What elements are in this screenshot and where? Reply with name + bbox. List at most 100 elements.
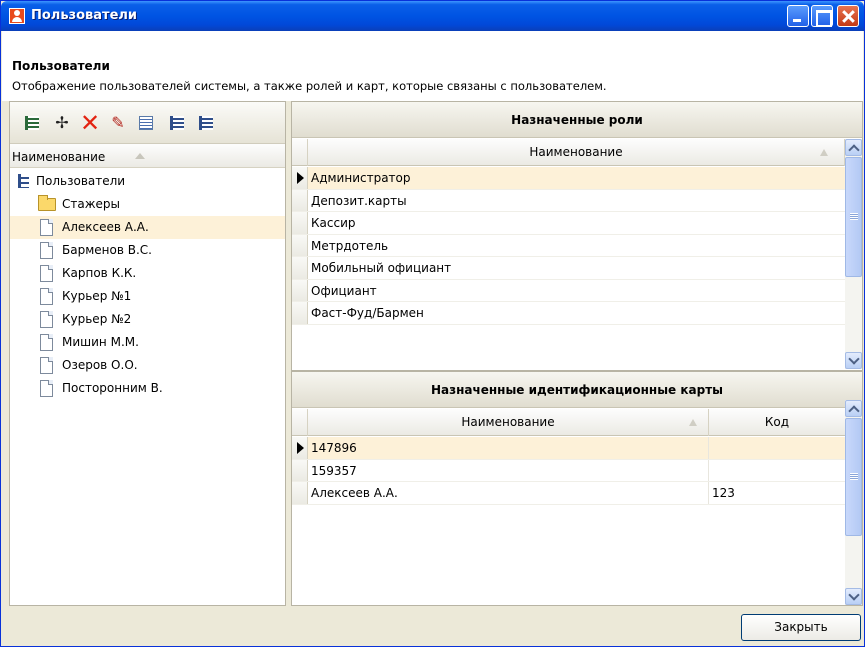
tree-user-label: Алексеев А.А. [62, 220, 149, 234]
maximize-button[interactable] [811, 5, 833, 27]
tree-user-label: Мишин М.М. [62, 335, 139, 349]
title-bar[interactable]: Пользователи [1, 1, 864, 31]
card-code-cell: 123 [712, 486, 735, 500]
tree-root[interactable]: Пользователи [10, 170, 285, 193]
user-document-icon [40, 380, 53, 397]
tree-user-label: Курьер №1 [62, 289, 132, 303]
assigned-roles-panel: Назначенные роли Наименование Администра… [291, 101, 863, 371]
roles-scrollbar[interactable] [845, 139, 862, 369]
tree-user-item[interactable]: Алексеев А.А. [10, 216, 285, 239]
page-description: Отображение пользователей системы, а так… [12, 79, 607, 93]
row-indicator-header [292, 409, 308, 436]
scroll-down-icon[interactable] [845, 588, 862, 605]
roles-grid: Администратор Депозит.карты Кассир Метрд… [292, 167, 845, 325]
scroll-thumb[interactable] [845, 418, 862, 536]
card-row[interactable]: 159357 [292, 459, 845, 482]
row-indicator [292, 302, 308, 324]
cards-scrollbar[interactable] [845, 400, 862, 605]
role-row[interactable]: Депозит.карты [292, 189, 845, 212]
cards-grid: 147896 159357 Алексеев А.А. 123 [292, 437, 845, 505]
user-document-icon [40, 311, 53, 328]
add-icon[interactable]: ✢ [52, 113, 72, 133]
users-toolbar: ✢ ✕ ✎ [10, 102, 285, 144]
users-window: Пользователи Пользователи Отображение по… [0, 0, 865, 647]
role-row[interactable]: Метрдотель [292, 234, 845, 257]
tree-root-icon [18, 174, 29, 188]
user-document-icon [40, 357, 53, 374]
sort-ascending-icon [135, 153, 145, 159]
current-row-icon [292, 437, 308, 459]
user-document-icon [40, 219, 53, 236]
row-indicator [292, 189, 308, 211]
current-row-icon [292, 167, 308, 189]
tree-user-label: Карпов К.К. [62, 266, 137, 280]
tree-folder-label: Стажеры [62, 197, 121, 211]
add-group-icon[interactable] [22, 113, 42, 133]
role-row[interactable]: Официант [292, 279, 845, 302]
scroll-up-icon[interactable] [845, 139, 862, 156]
roles-grid-header: Наименование [292, 139, 845, 166]
tree-user-item[interactable]: Озеров О.О. [10, 354, 285, 377]
sort-icon [689, 419, 697, 426]
scroll-down-icon[interactable] [845, 352, 862, 369]
users-column-header[interactable]: Наименование [10, 144, 285, 168]
folder-icon [38, 195, 56, 211]
row-indicator [292, 482, 308, 504]
tree-user-item[interactable]: Карпов К.К. [10, 262, 285, 285]
minimize-button[interactable] [787, 5, 809, 27]
role-name-cell: Депозит.карты [311, 193, 407, 208]
role-row[interactable]: Кассир [292, 212, 845, 235]
row-indicator [292, 279, 308, 301]
roles-column-header[interactable]: Наименование [308, 139, 845, 166]
tree-user-item[interactable]: Посторонним В. [10, 377, 285, 400]
scroll-up-icon[interactable] [845, 400, 862, 417]
tree-user-item[interactable]: Курьер №1 [10, 285, 285, 308]
role-name-cell: Метрдотель [311, 238, 389, 253]
role-row[interactable]: Фаст-Фуд/Бармен [292, 302, 845, 325]
row-indicator-header [292, 139, 308, 166]
row-indicator [292, 257, 308, 279]
delete-icon[interactable]: ✕ [80, 111, 100, 135]
card-code-cell [710, 460, 712, 482]
card-row[interactable]: Алексеев А.А. 123 [292, 482, 845, 505]
collapse-tree-icon[interactable] [196, 113, 216, 133]
tree-root-label: Пользователи [36, 174, 126, 188]
properties-icon[interactable] [136, 113, 156, 133]
card-name-cell: 159357 [309, 459, 709, 481]
expand-tree-icon[interactable] [167, 113, 187, 133]
role-name-cell: Администратор [311, 171, 411, 185]
cards-name-column-header[interactable]: Наименование [308, 409, 709, 436]
page-title: Пользователи [12, 59, 110, 73]
tree-user-item[interactable]: Барменов В.С. [10, 239, 285, 262]
tree-user-item[interactable]: Мишин М.М. [10, 331, 285, 354]
assigned-cards-panel: Назначенные идентификационные карты Наим… [291, 371, 863, 606]
cards-code-column-header[interactable]: Код [709, 409, 845, 436]
role-name-cell: Мобильный официант [311, 261, 452, 275]
users-panel: ✢ ✕ ✎ Наименование Пользователи Стажеры … [9, 101, 286, 606]
card-row[interactable]: 147896 [292, 437, 845, 460]
role-name-cell: Кассир [311, 216, 356, 230]
card-name-cell: Алексеев А.А. [309, 482, 709, 504]
tree-folder[interactable]: Стажеры [10, 193, 285, 216]
user-document-icon [40, 334, 53, 351]
page-header: Пользователи Отображение пользователей с… [2, 31, 863, 101]
tree-user-label: Курьер №2 [62, 312, 132, 326]
role-row[interactable]: Мобильный официант [292, 257, 845, 280]
edit-icon[interactable]: ✎ [108, 113, 128, 133]
user-document-icon [40, 265, 53, 282]
user-document-icon [40, 288, 53, 305]
scroll-thumb[interactable] [845, 157, 862, 277]
role-name-cell: Официант [311, 283, 377, 298]
card-code-cell [710, 437, 712, 459]
card-name-cell: 147896 [309, 437, 709, 459]
roles-panel-title: Назначенные роли [292, 102, 862, 138]
close-window-button[interactable] [837, 5, 859, 27]
row-indicator [292, 212, 308, 234]
tree-user-item[interactable]: Курьер №2 [10, 308, 285, 331]
users-column-label: Наименование [12, 150, 106, 164]
row-indicator [292, 459, 308, 481]
tree-user-label: Барменов В.С. [62, 243, 152, 257]
role-name-cell: Фаст-Фуд/Бармен [311, 306, 424, 320]
role-row[interactable]: Администратор [292, 167, 845, 190]
close-button[interactable]: Закрыть [741, 614, 861, 641]
